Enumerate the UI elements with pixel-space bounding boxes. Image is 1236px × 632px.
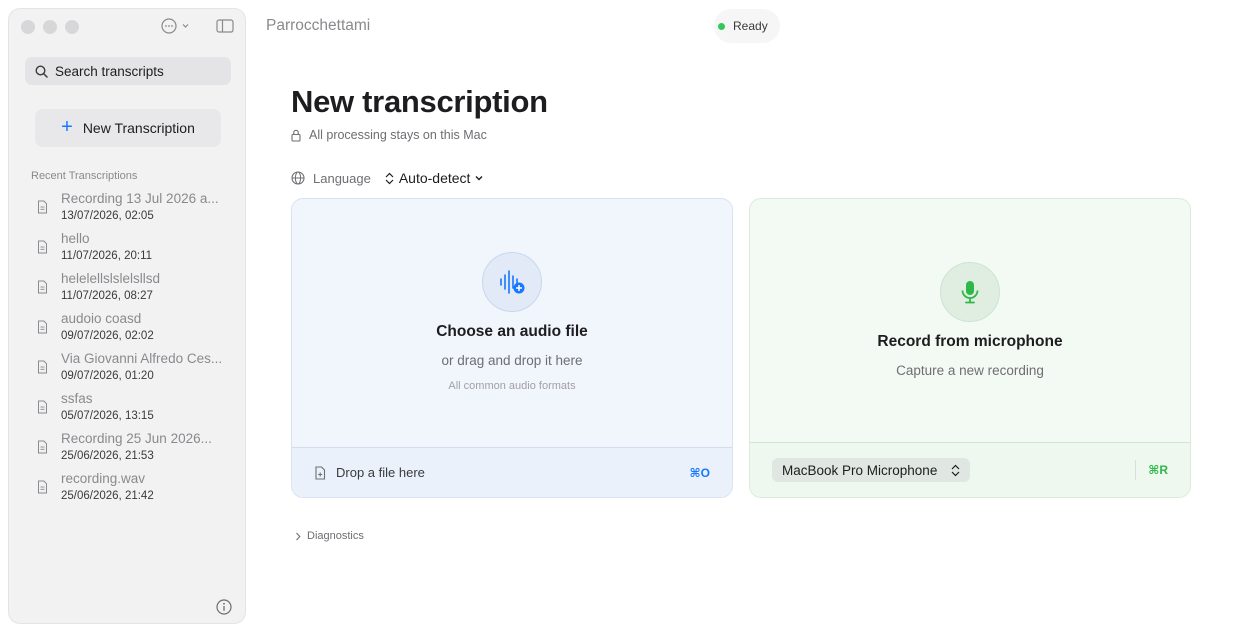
recent-item[interactable]: audoio coasd 09/07/2026, 02:02 [33, 311, 239, 351]
more-menu-button[interactable] [161, 18, 191, 34]
toggle-sidebar-button[interactable] [216, 19, 234, 33]
recent-item-date: 09/07/2026, 02:02 [61, 330, 154, 342]
document-icon [38, 280, 47, 294]
search-icon [35, 64, 48, 78]
recent-item-title: Via Giovanni Alfredo Ces... [61, 351, 223, 366]
info-button[interactable] [216, 599, 232, 620]
recent-item-text: helelellslslelsllsd 11/07/2026, 08:27 [61, 271, 239, 304]
window-title: Parrocchettami [266, 17, 371, 34]
recent-item-text: hello 11/07/2026, 20:11 [61, 231, 239, 264]
recent-item-date: 09/07/2026, 01:20 [61, 370, 154, 382]
document-icon [38, 240, 47, 254]
document-icon [38, 200, 47, 214]
language-value: Auto-detect [398, 170, 471, 186]
mic-card-footer: MacBook Pro Microphone ⌘R [750, 442, 1190, 497]
recent-item[interactable]: Via Giovanni Alfredo Ces... 09/07/2026, 0… [33, 351, 239, 391]
recent-item-title: ssfas [61, 391, 93, 406]
recent-item-title: Recording 25 Jun 2026... [61, 431, 212, 446]
language-label: Language [313, 170, 371, 186]
chevron-down-icon [475, 176, 483, 181]
document-icon [38, 440, 47, 454]
status-label: Ready [733, 19, 768, 33]
record-shortcut: ⌘R [1135, 460, 1168, 480]
search-input[interactable]: Search transcripts [25, 57, 231, 85]
recent-item[interactable]: recording.wav 25/06/2026, 21:42 [33, 471, 239, 511]
sidebar: Search transcripts + New Transcription R… [8, 8, 246, 624]
privacy-note-text: All processing stays on this Mac [309, 128, 487, 142]
recent-item-text: Recording 25 Jun 2026... 25/06/2026, 21:5… [61, 431, 239, 464]
search-placeholder: Search transcripts [55, 63, 164, 79]
document-icon [38, 360, 47, 374]
recent-item-text: audoio coasd 09/07/2026, 02:02 [61, 311, 239, 344]
waveform-add-icon [482, 252, 542, 312]
recent-list: Recording 13 Jul 2026 a... 13/07/2026, 02… [33, 191, 239, 511]
recent-item-date: 11/07/2026, 20:11 [61, 250, 153, 262]
recent-item-title: Recording 13 Jul 2026 a... [61, 191, 219, 206]
recent-item-text: Recording 13 Jul 2026 a... 13/07/2026, 02… [61, 191, 239, 224]
close-window-button[interactable] [21, 20, 35, 34]
zoom-window-button[interactable] [65, 20, 79, 34]
recent-item[interactable]: helelellslslelsllsd 11/07/2026, 08:27 [33, 271, 239, 311]
recent-item[interactable]: Recording 25 Jun 2026... 25/06/2026, 21:5… [33, 431, 239, 471]
recent-item-date: 13/07/2026, 02:05 [61, 210, 154, 222]
recent-item-text: Via Giovanni Alfredo Ces... 09/07/2026, 0… [61, 351, 239, 384]
privacy-note: All processing stays on this Mac [291, 128, 487, 142]
microphone-select[interactable]: MacBook Pro Microphone [772, 458, 971, 482]
choose-file-title: Choose an audio file [436, 323, 588, 340]
recent-item-date: 11/07/2026, 08:27 [61, 290, 153, 302]
microphone-device: MacBook Pro Microphone [782, 462, 938, 478]
minimize-window-button[interactable] [43, 20, 57, 34]
audio-formats-note: All common audio formats [448, 380, 576, 392]
drop-file-label: Drop a file here [336, 465, 425, 480]
language-row: Language Auto-detect [291, 170, 483, 186]
recent-item[interactable]: ssfas 05/07/2026, 13:15 [33, 391, 239, 431]
recent-item-date: 25/06/2026, 21:53 [61, 450, 154, 462]
new-transcription-label: New Transcription [82, 120, 195, 136]
record-mic-subtitle: Capture a new recording [896, 363, 1044, 378]
document-icon [38, 400, 47, 414]
status-badge: Ready [714, 9, 780, 43]
diagnostics-disclosure[interactable]: Diagnostics [295, 530, 364, 542]
plus-icon: + [61, 116, 73, 138]
record-mic-card[interactable]: Record from microphone Capture a new rec… [749, 198, 1191, 498]
choose-file-card[interactable]: Choose an audio file or drag and drop it… [291, 198, 733, 498]
document-icon [38, 480, 47, 494]
recent-item[interactable]: Recording 13 Jul 2026 a... 13/07/2026, 02… [33, 191, 239, 231]
recent-item-date: 25/06/2026, 21:42 [61, 490, 154, 502]
diagnostics-label: Diagnostics [307, 530, 364, 542]
recent-item-title: audoio coasd [61, 311, 142, 326]
updown-chevron-icon [385, 172, 394, 184]
globe-icon [291, 171, 305, 185]
choose-file-subtitle: or drag and drop it here [441, 353, 583, 368]
lock-icon [291, 129, 301, 142]
sidebar-icon [216, 19, 234, 33]
updown-chevron-icon [951, 464, 960, 476]
recent-item-title: hello [61, 231, 90, 246]
recent-item-date: 05/07/2026, 13:15 [61, 410, 154, 422]
recent-item-text: ssfas 05/07/2026, 13:15 [61, 391, 239, 424]
recent-item-title: recording.wav [61, 471, 146, 486]
ellipsis-circle-icon [161, 18, 189, 34]
status-dot [718, 22, 725, 30]
window-controls [21, 20, 79, 34]
record-mic-title: Record from microphone [877, 333, 1063, 350]
new-transcription-button[interactable]: + New Transcription [35, 109, 221, 147]
info-icon [216, 599, 232, 615]
recent-item[interactable]: hello 11/07/2026, 20:11 [33, 231, 239, 271]
recent-item-text: recording.wav 25/06/2026, 21:42 [61, 471, 239, 504]
recent-item-title: helelellslslelsllsd [61, 271, 161, 286]
drop-zone-footer[interactable]: Drop a file here ⌘O [292, 447, 732, 497]
language-select[interactable]: Auto-detect [385, 170, 484, 186]
page-title: New transcription [291, 84, 548, 119]
recent-heading: Recent Transcriptions [31, 170, 138, 182]
document-add-icon [315, 465, 326, 480]
chevron-right-icon [296, 532, 301, 540]
microphone-icon [940, 262, 1000, 322]
document-icon [38, 320, 47, 334]
open-shortcut: ⌘O [689, 465, 710, 480]
